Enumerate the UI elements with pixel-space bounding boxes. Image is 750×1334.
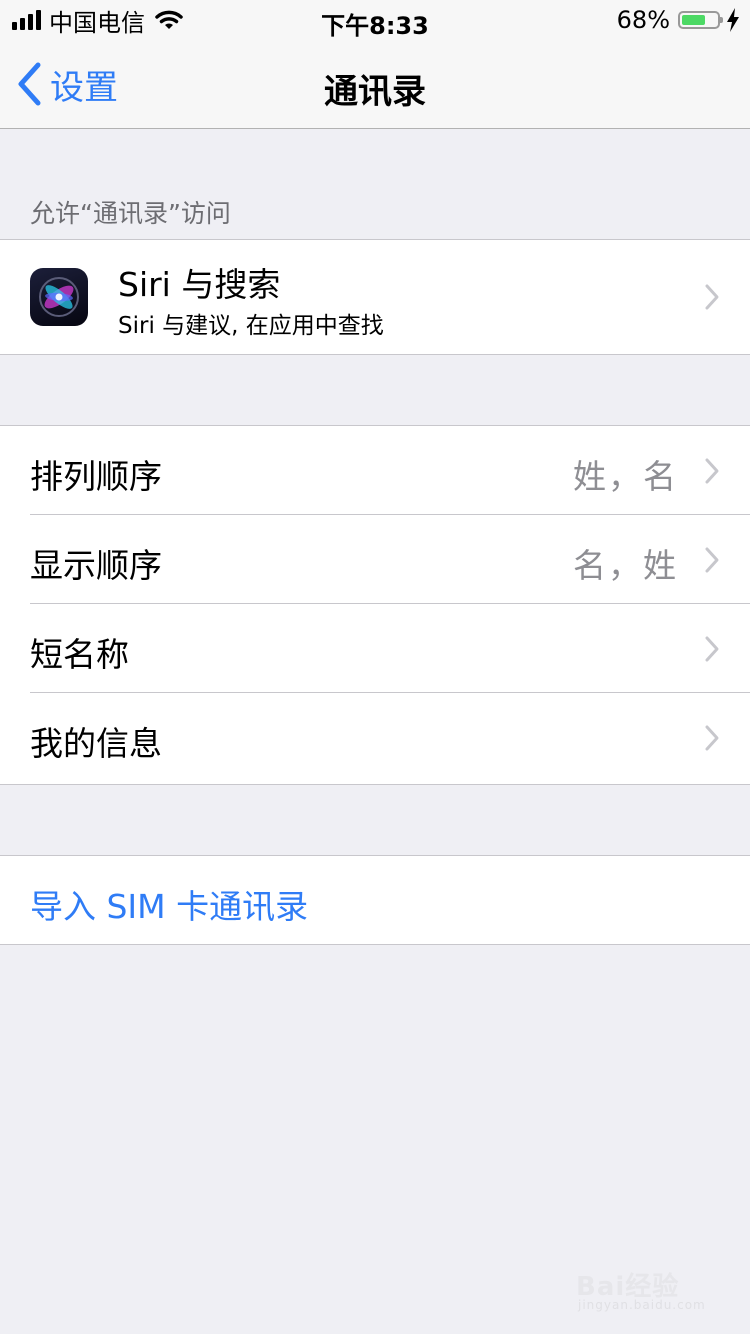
status-bar: 中国电信 下午8:33 68% <box>0 0 750 40</box>
baidu-watermark: Bai经验 jingyan.baidu.com <box>576 1256 716 1320</box>
battery-icon <box>678 11 723 29</box>
sort-order-row[interactable]: 排列顺序 姓，名 <box>0 426 750 515</box>
navigation-bar: 设置 通讯录 <box>0 40 750 129</box>
import-sim-label: 导入 SIM 卡通讯录 <box>30 887 309 926</box>
siri-search-row[interactable]: Siri 与搜索 Siri 与建议, 在应用中查找 <box>0 240 750 354</box>
chevron-right-icon <box>705 725 719 751</box>
chevron-right-icon <box>705 284 719 310</box>
sort-order-label: 排列顺序 <box>30 457 162 496</box>
display-order-label: 显示顺序 <box>30 546 162 585</box>
chevron-right-icon <box>705 458 719 484</box>
page-title: 通讯录 <box>324 72 426 112</box>
display-order-value: 名，姓 <box>573 546 678 585</box>
my-info-row[interactable]: 我的信息 <box>0 693 750 782</box>
section-header: 允许“通讯录”访问 <box>30 199 231 228</box>
display-order-row[interactable]: 显示顺序 名，姓 <box>0 515 750 604</box>
watermark-url: jingyan.baidu.com <box>578 1298 706 1312</box>
short-name-label: 短名称 <box>30 635 129 674</box>
siri-icon <box>30 268 88 326</box>
sort-order-value: 姓，名 <box>573 457 678 496</box>
chevron-right-icon <box>705 636 719 662</box>
import-group: 导入 SIM 卡通讯录 <box>0 855 750 945</box>
settings-group: 排列顺序 姓，名 显示顺序 名，姓 短名称 我的信息 <box>0 425 750 785</box>
my-info-label: 我的信息 <box>30 724 162 763</box>
chevron-right-icon <box>705 547 719 573</box>
battery-percent: 68% <box>616 6 670 34</box>
charging-bolt-icon <box>727 8 739 32</box>
siri-group: Siri 与搜索 Siri 与建议, 在应用中查找 <box>0 239 750 355</box>
siri-subtitle: Siri 与建议, 在应用中查找 <box>118 313 384 339</box>
siri-title: Siri 与搜索 <box>118 265 281 304</box>
short-name-row[interactable]: 短名称 <box>0 604 750 693</box>
import-sim-button[interactable]: 导入 SIM 卡通讯录 <box>0 856 750 944</box>
